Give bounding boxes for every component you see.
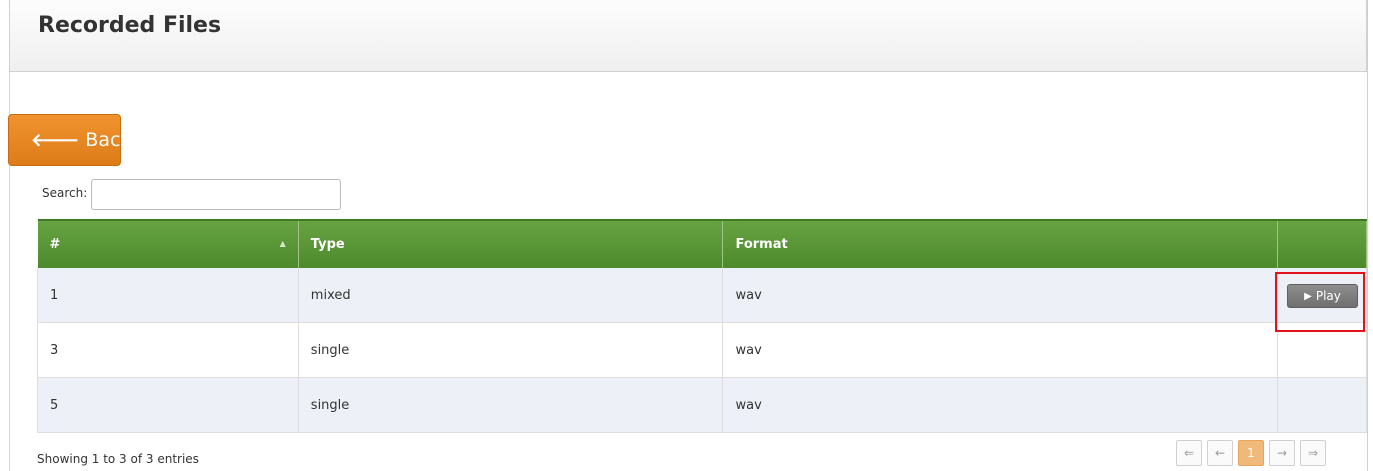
table-row: 1 mixed wav ▶ Play: [37, 268, 1367, 323]
table-row: 5 single wav: [37, 377, 1367, 433]
cell-format: wav: [722, 268, 1279, 323]
cell-number: 5: [37, 377, 299, 433]
column-header-type[interactable]: Type: [298, 219, 724, 268]
first-page-button[interactable]: ⇐: [1176, 440, 1202, 466]
arrow-left-icon: 🡐: [31, 129, 80, 151]
play-icon: ▶: [1304, 290, 1312, 302]
search-input[interactable]: [91, 179, 341, 210]
page-header: Recorded Files: [9, 0, 1367, 72]
column-header-number[interactable]: # ▲: [37, 219, 299, 268]
cell-type: single: [298, 377, 724, 433]
recordings-table: # ▲ Type Format 1 mixed wav ▶ Play 3 sin…: [37, 219, 1367, 433]
cell-format: wav: [722, 322, 1279, 378]
search-label: Search:: [42, 186, 88, 200]
column-header-actions: [1277, 219, 1367, 268]
pagination: ⇐ ← 1 → ⇒: [1176, 440, 1326, 466]
column-header-format[interactable]: Format: [722, 219, 1279, 268]
play-button-label: Play: [1315, 289, 1341, 303]
table-header-row: # ▲ Type Format: [37, 219, 1367, 268]
next-page-button[interactable]: →: [1269, 440, 1295, 466]
play-button[interactable]: ▶ Play: [1287, 284, 1359, 308]
cell-format: wav: [722, 377, 1279, 433]
sort-asc-icon: ▲: [279, 239, 286, 248]
page-1-button[interactable]: 1: [1238, 440, 1264, 466]
last-page-button[interactable]: ⇒: [1300, 440, 1326, 466]
previous-page-button[interactable]: ←: [1207, 440, 1233, 466]
cell-number: 3: [37, 322, 299, 378]
back-button[interactable]: 🡐 Back: [8, 114, 131, 166]
page-title: Recorded Files: [38, 13, 222, 38]
cell-actions: ▶ Play: [1277, 268, 1367, 323]
cell-actions: [1277, 377, 1367, 433]
cell-number: 1: [37, 268, 299, 323]
table-row: 3 single wav: [37, 322, 1367, 378]
cell-type: mixed: [298, 268, 724, 323]
page-right-border: [1367, 0, 1368, 471]
cell-actions: [1277, 322, 1367, 378]
table-info: Showing 1 to 3 of 3 entries: [37, 452, 199, 466]
cell-type: single: [298, 322, 724, 378]
back-button-label: Back: [85, 129, 132, 151]
